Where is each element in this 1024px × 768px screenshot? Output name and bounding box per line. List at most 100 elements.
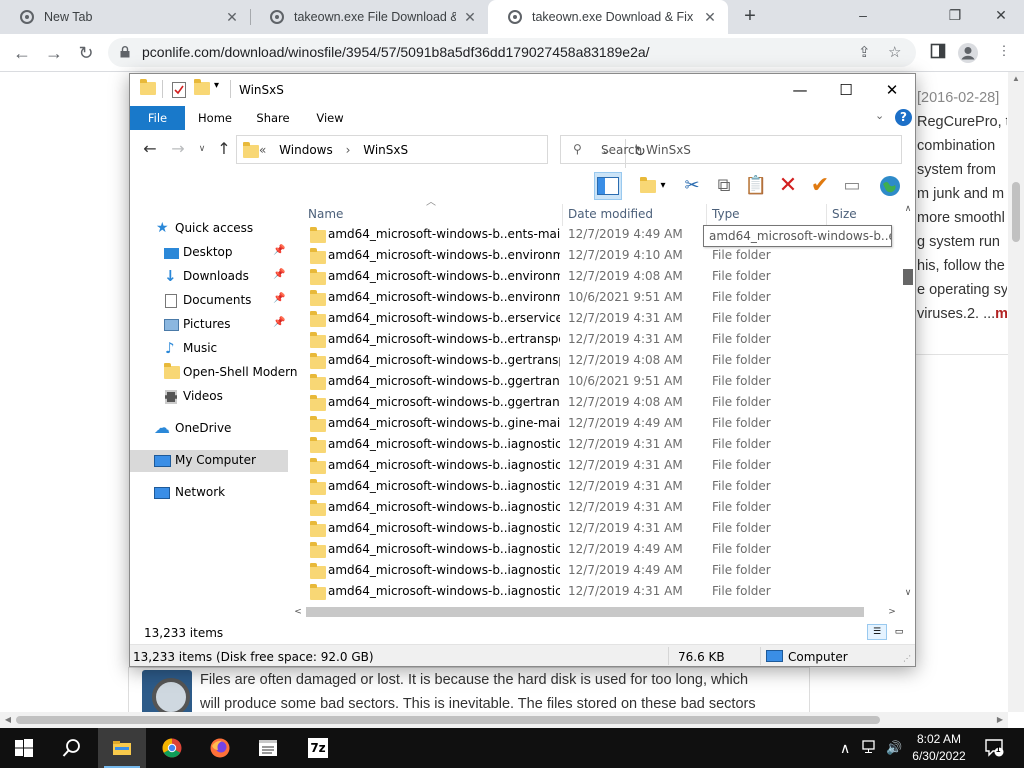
system-clock[interactable]: 8:02 AM 6/30/2022 <box>906 731 972 765</box>
close-button[interactable]: ✕ <box>869 74 915 106</box>
bookmark-star-icon[interactable]: ☆ <box>888 43 901 61</box>
explorer-address-bar[interactable]: « Windows › WinSxS ⌄ ↻ <box>236 135 646 168</box>
scroll-left-icon[interactable]: ◀ <box>0 712 16 728</box>
up-arrow-icon[interactable]: ↑ <box>210 135 238 163</box>
address-bar[interactable]: pconlife.com/download/winosfile/3954/57/… <box>108 38 916 67</box>
tab-share[interactable]: Share <box>248 106 298 130</box>
volume-icon[interactable]: 🔊 <box>886 740 902 756</box>
nav-music[interactable]: ♪ Music <box>130 338 288 360</box>
minimize-button[interactable]: – <box>840 0 886 30</box>
file-row[interactable]: amd64_microsoft-windows-b..iagnostic.r..… <box>300 476 900 497</box>
file-row[interactable]: amd64_microsoft-windows-b..iagnostic.r..… <box>300 518 900 539</box>
minimize-button[interactable]: — <box>777 74 823 106</box>
nav-my-computer[interactable]: My Computer <box>130 450 288 472</box>
checkmark-icon[interactable]: ✔ <box>806 172 834 200</box>
details-view-icon[interactable]: ☰ <box>867 624 887 640</box>
taskbar-notepad[interactable] <box>244 728 292 768</box>
pin-icon[interactable]: 📌 <box>273 293 285 304</box>
pin-icon[interactable]: 📌 <box>273 269 285 280</box>
profile-avatar-icon[interactable] <box>958 43 978 63</box>
nav-desktop[interactable]: Desktop 📌 <box>130 242 288 264</box>
scroll-up-icon[interactable]: ∧ <box>900 204 915 214</box>
lock-icon[interactable] <box>120 46 130 58</box>
reload-icon[interactable]: ↻ <box>72 39 100 67</box>
breadcrumb-winsxs[interactable]: WinSxS <box>363 143 408 157</box>
pin-icon[interactable]: 📌 <box>273 245 285 256</box>
nav-onedrive[interactable]: ☁ OneDrive <box>130 418 288 440</box>
taskbar-chrome[interactable] <box>148 728 196 768</box>
breadcrumb-separator-icon[interactable]: › <box>346 143 351 157</box>
file-row[interactable]: amd64_microsoft-windows-b..environm... 12… <box>300 245 900 266</box>
new-folder-icon[interactable] <box>194 79 210 98</box>
file-row[interactable]: amd64_microsoft-windows-b..iagnostic.r..… <box>300 497 900 518</box>
scrollbar-thumb[interactable] <box>903 269 913 285</box>
file-row[interactable]: amd64_microsoft-windows-b..erservice.r..… <box>300 308 900 329</box>
file-row[interactable]: amd64_microsoft-windows-b..ggertrans... 1… <box>300 392 900 413</box>
file-row[interactable]: amd64_microsoft-windows-b..iagnostic.r..… <box>300 581 900 600</box>
expand-ribbon-icon[interactable]: ⌄ <box>875 109 884 122</box>
network-icon[interactable] <box>862 740 878 757</box>
file-row[interactable]: amd64_microsoft-windows-b..ertranspor...… <box>300 329 900 350</box>
nav-downloads[interactable]: ↓ Downloads 📌 <box>130 266 288 288</box>
file-row[interactable]: amd64_microsoft-windows-b..environm... 12… <box>300 266 900 287</box>
pin-icon[interactable]: 📌 <box>273 317 285 328</box>
back-arrow-icon[interactable]: ← <box>8 39 36 67</box>
scrollbar-thumb[interactable] <box>1012 182 1020 242</box>
copy-icon[interactable]: ⧉ <box>710 172 738 200</box>
file-row[interactable]: amd64_microsoft-windows-b..iagnostic.r..… <box>300 434 900 455</box>
file-row[interactable]: amd64_microsoft-windows-b..gertransp... 1… <box>300 350 900 371</box>
tab-file[interactable]: File <box>130 106 185 130</box>
tab-takeown-file[interactable]: takeown.exe File Download & Fix For ✕ <box>250 0 488 34</box>
nav-quick-access[interactable]: ★ Quick access <box>130 218 288 240</box>
tab-home[interactable]: Home <box>190 106 240 130</box>
close-window-button[interactable]: ✕ <box>978 0 1024 30</box>
file-list-vertical-scrollbar[interactable]: ∧ ∨ <box>900 202 915 604</box>
breadcrumb-windows[interactable]: Windows <box>279 143 333 157</box>
taskbar-file-explorer[interactable] <box>98 728 146 768</box>
file-row[interactable]: amd64_microsoft-windows-b..iagnostic.r..… <box>300 455 900 476</box>
resize-grip-icon[interactable]: ⋰ <box>903 654 911 663</box>
maximize-button[interactable]: ☐ <box>823 74 869 106</box>
taskbar-7zip[interactable]: 7z <box>294 728 342 768</box>
globe-icon[interactable] <box>876 172 904 200</box>
tab-view[interactable]: View <box>306 106 354 130</box>
back-arrow-icon[interactable]: ← <box>136 135 164 163</box>
customize-toolbar-icon[interactable]: ▾ <box>214 80 219 96</box>
restore-button[interactable]: ❐ <box>932 0 978 30</box>
taskbar-firefox[interactable] <box>196 728 244 768</box>
close-icon[interactable]: ✕ <box>462 9 478 26</box>
scroll-down-icon[interactable]: ∨ <box>900 588 915 598</box>
forward-arrow-icon[interactable]: → <box>40 39 68 67</box>
rename-icon[interactable]: ▭ <box>838 172 866 200</box>
help-icon[interactable]: ? <box>895 109 912 126</box>
close-icon[interactable]: ✕ <box>702 9 718 26</box>
more-link[interactable]: m <box>995 306 1007 322</box>
cut-icon[interactable]: ✂ <box>678 172 706 200</box>
close-icon[interactable]: ✕ <box>224 9 240 26</box>
nav-open-shell[interactable]: Open-Shell Modern <box>130 362 298 384</box>
nav-videos[interactable]: Videos <box>130 386 288 408</box>
scroll-right-icon[interactable]: ▶ <box>992 712 1008 728</box>
tab-new-tab[interactable]: New Tab ✕ <box>0 0 250 34</box>
column-size[interactable]: Size <box>832 207 857 221</box>
file-row[interactable]: amd64_microsoft-windows-b..gine-main... 1… <box>300 413 900 434</box>
notification-icon[interactable]: 1 <box>984 737 1004 760</box>
nav-network[interactable]: Network <box>130 482 288 504</box>
paste-icon[interactable]: 📋 <box>742 172 770 200</box>
page-vertical-scrollbar[interactable]: ▲ <box>1008 72 1024 712</box>
explorer-title-bar[interactable]: ▾ WinSxS — ☐ ✕ <box>130 74 915 106</box>
scrollbar-thumb[interactable] <box>306 607 864 617</box>
search-button[interactable] <box>48 728 96 768</box>
search-input[interactable]: ⚲ Search WinSxS <box>560 135 902 164</box>
dropdown-arrow-icon[interactable]: ▾ <box>656 172 670 200</box>
overflow-chevron[interactable]: « <box>259 143 266 157</box>
nav-documents[interactable]: Documents 📌 <box>130 290 288 312</box>
scroll-left-icon[interactable]: < <box>290 604 306 620</box>
start-button[interactable] <box>0 728 48 768</box>
new-tab-button[interactable]: + <box>738 5 762 29</box>
properties-check-icon[interactable] <box>172 82 186 98</box>
scroll-up-icon[interactable]: ▲ <box>1008 74 1024 83</box>
column-date-modified[interactable]: Date modified <box>568 207 653 221</box>
delete-x-icon[interactable]: ✕ <box>774 172 802 200</box>
column-type[interactable]: Type <box>712 207 740 221</box>
